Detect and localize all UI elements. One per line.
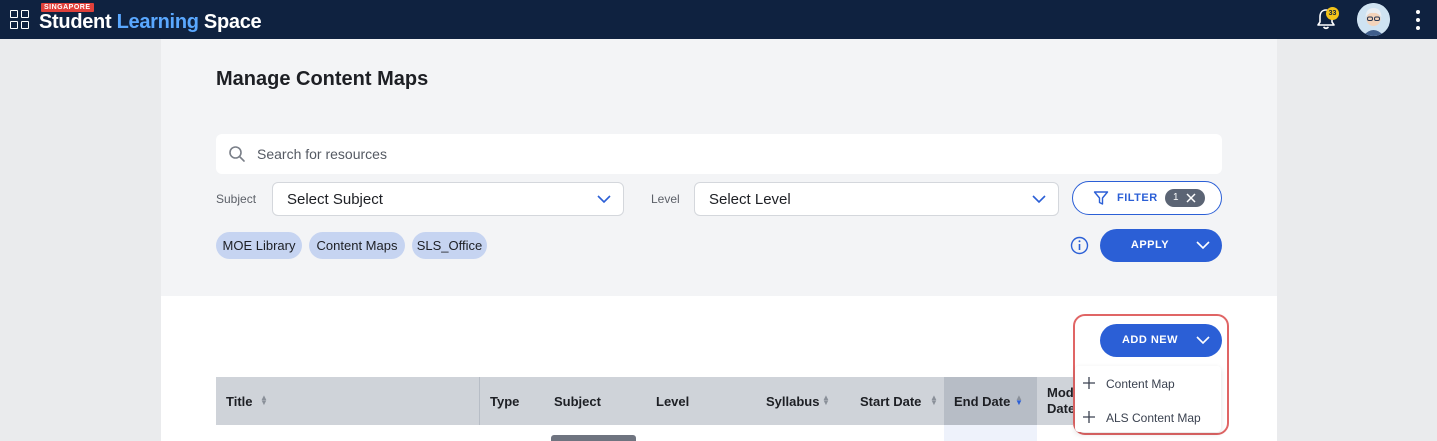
chevron-down-icon [597,195,611,204]
subject-label: Subject [216,192,257,206]
chevron-down-icon [1032,195,1046,204]
column-header-modified-date[interactable]: Modified Date [1037,377,1073,425]
add-new-button-label: ADD NEW [1121,334,1179,346]
add-new-menu: Content Map ALS Content Map [1075,366,1221,432]
column-header-syllabus[interactable]: Syllabus ▲ ▼ [756,377,850,425]
plus-icon [1083,411,1095,423]
column-header-type[interactable]: Type [480,377,544,425]
subject-tag [551,435,636,441]
info-icon[interactable] [1070,236,1089,255]
apps-grid-icon[interactable] [10,10,29,29]
filter-button[interactable]: FILTER 1 [1072,181,1222,215]
column-header-start-date[interactable]: Start Date ▲ ▼ [850,377,944,425]
sort-desc-icon: ▲ ▼ [1015,393,1023,407]
chevron-down-icon[interactable] [1196,240,1210,250]
filter-count-badge[interactable]: 1 [1165,189,1205,207]
chip-moe-library[interactable]: MOE Library [216,232,302,259]
notification-count-badge: 33 [1326,7,1339,20]
avatar[interactable] [1357,3,1390,36]
level-select-value: Select Level [709,191,791,208]
menu-item-content-map[interactable]: Content Map [1075,368,1221,398]
plus-icon [1083,377,1095,389]
search-bar[interactable] [216,134,1222,174]
chip-content-maps[interactable]: Content Maps [309,232,405,259]
column-header-title[interactable]: Title ▲ ▼ [216,377,479,425]
chevron-down-icon[interactable] [1196,335,1210,345]
subject-select[interactable]: Select Subject [272,182,624,216]
sort-icon: ▲ ▼ [930,393,938,407]
chip-sls-office[interactable]: SLS_Office [412,232,487,259]
apply-button-label: APPLY [1130,239,1170,251]
search-icon [229,146,245,162]
end-date-cell [944,425,1037,441]
top-navigation-bar: SINGAPORE Student Learning Space 33 [0,0,1437,39]
filter-button-label: FILTER [1117,192,1158,204]
subject-select-value: Select Subject [287,191,383,208]
funnel-icon [1093,191,1109,205]
table-header: Title ▲ ▼ Type Subject Level Syllabus ▲ ▼ … [216,377,1073,425]
page-title: Manage Content Maps [216,68,429,90]
menu-item-label: Content Map [1106,377,1175,391]
search-input[interactable] [257,134,1197,174]
column-header-end-date[interactable]: End Date ▲ ▼ [944,377,1037,425]
column-header-subject[interactable]: Subject [544,377,646,425]
close-icon[interactable] [1185,192,1197,204]
sort-icon: ▲ ▼ [822,393,830,407]
level-select[interactable]: Select Level [694,182,1059,216]
filter-count: 1 [1173,192,1179,203]
level-label: Level [651,192,680,206]
column-header-level[interactable]: Level [646,377,756,425]
add-new-button[interactable]: ADD NEW [1100,324,1222,357]
sort-icon: ▲ ▼ [260,393,268,407]
menu-item-label: ALS Content Map [1106,411,1201,425]
apply-button[interactable]: APPLY [1100,229,1222,262]
kebab-menu-icon[interactable] [1411,8,1425,32]
menu-item-als-content-map[interactable]: ALS Content Map [1075,402,1221,432]
logo-text: Student Learning Space [39,11,262,33]
